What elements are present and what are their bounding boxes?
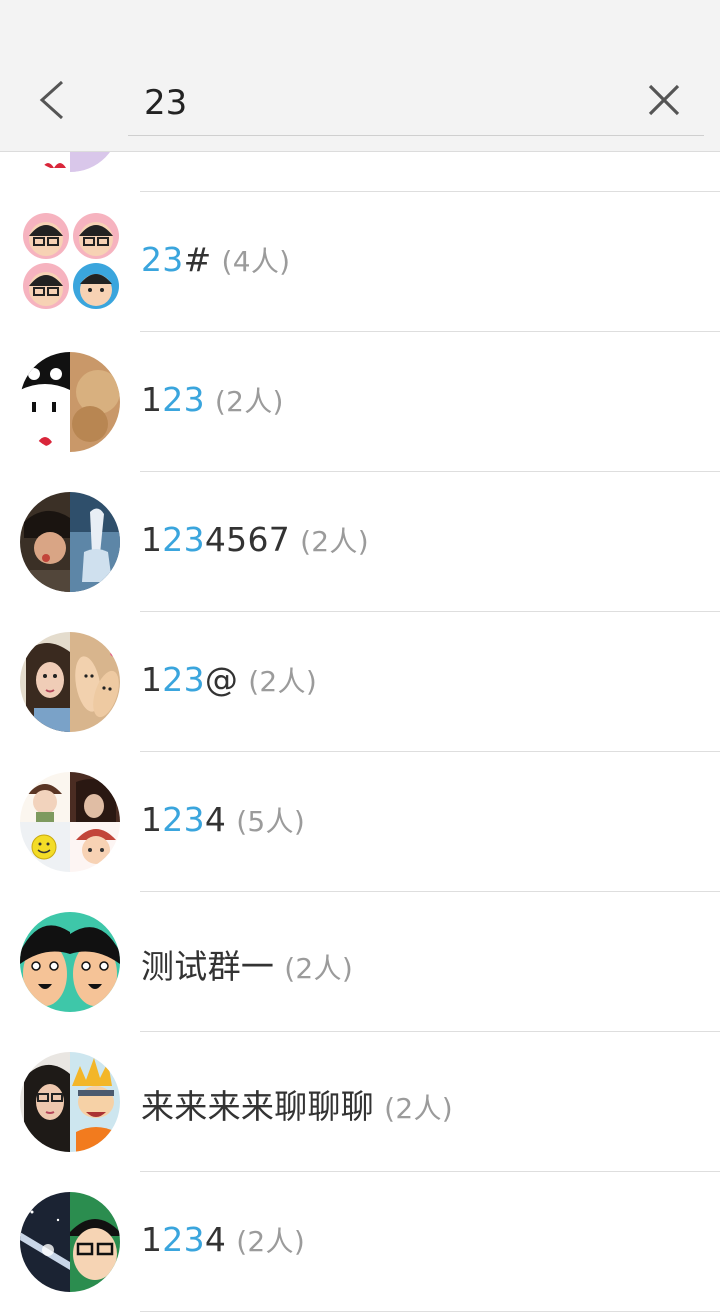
group-name: 123 (2人) xyxy=(141,380,284,419)
group-row[interactable]: 23# (4人) xyxy=(0,192,720,332)
group-row[interactable]: 123 (2人) xyxy=(0,332,720,472)
clear-button[interactable] xyxy=(640,76,688,124)
group-avatar xyxy=(20,492,120,592)
group-row[interactable]: 1234 (2人) xyxy=(0,1172,720,1312)
group-row[interactable]: 1234 (5人) xyxy=(0,752,720,892)
group-avatar xyxy=(20,212,120,312)
group-avatar xyxy=(20,1052,120,1152)
group-row[interactable]: 123@ (2人) xyxy=(0,612,720,752)
group-avatar xyxy=(20,912,120,1012)
search-header xyxy=(0,0,720,152)
group-avatar xyxy=(20,772,120,872)
group-avatar xyxy=(20,1192,120,1292)
group-name: 来来来来聊聊聊 (2人) xyxy=(141,1087,453,1126)
clear-x-icon xyxy=(648,84,680,116)
back-button[interactable] xyxy=(28,72,76,128)
group-name: 测试群一 (2人) xyxy=(141,947,354,986)
group-name: 123@ (2人) xyxy=(141,660,318,699)
back-arrow-icon xyxy=(39,80,64,120)
search-input[interactable] xyxy=(128,70,704,136)
group-name: 23# (4人) xyxy=(141,240,291,279)
group-row[interactable]: 1234567 (2人) xyxy=(0,472,720,612)
group-name: 1234567 (2人) xyxy=(141,520,369,559)
group-list: 23# (4人) 123 (2人) 1234567 (2人) 123@ (2人)… xyxy=(0,52,720,1312)
group-avatar xyxy=(20,632,120,732)
group-name: 1234 (2人) xyxy=(141,1220,306,1259)
group-row[interactable]: 来来来来聊聊聊 (2人) xyxy=(0,1032,720,1172)
group-row[interactable]: 测试群一 (2人) xyxy=(0,892,720,1032)
group-avatar xyxy=(20,352,120,452)
group-name: 1234 (5人) xyxy=(141,800,306,839)
